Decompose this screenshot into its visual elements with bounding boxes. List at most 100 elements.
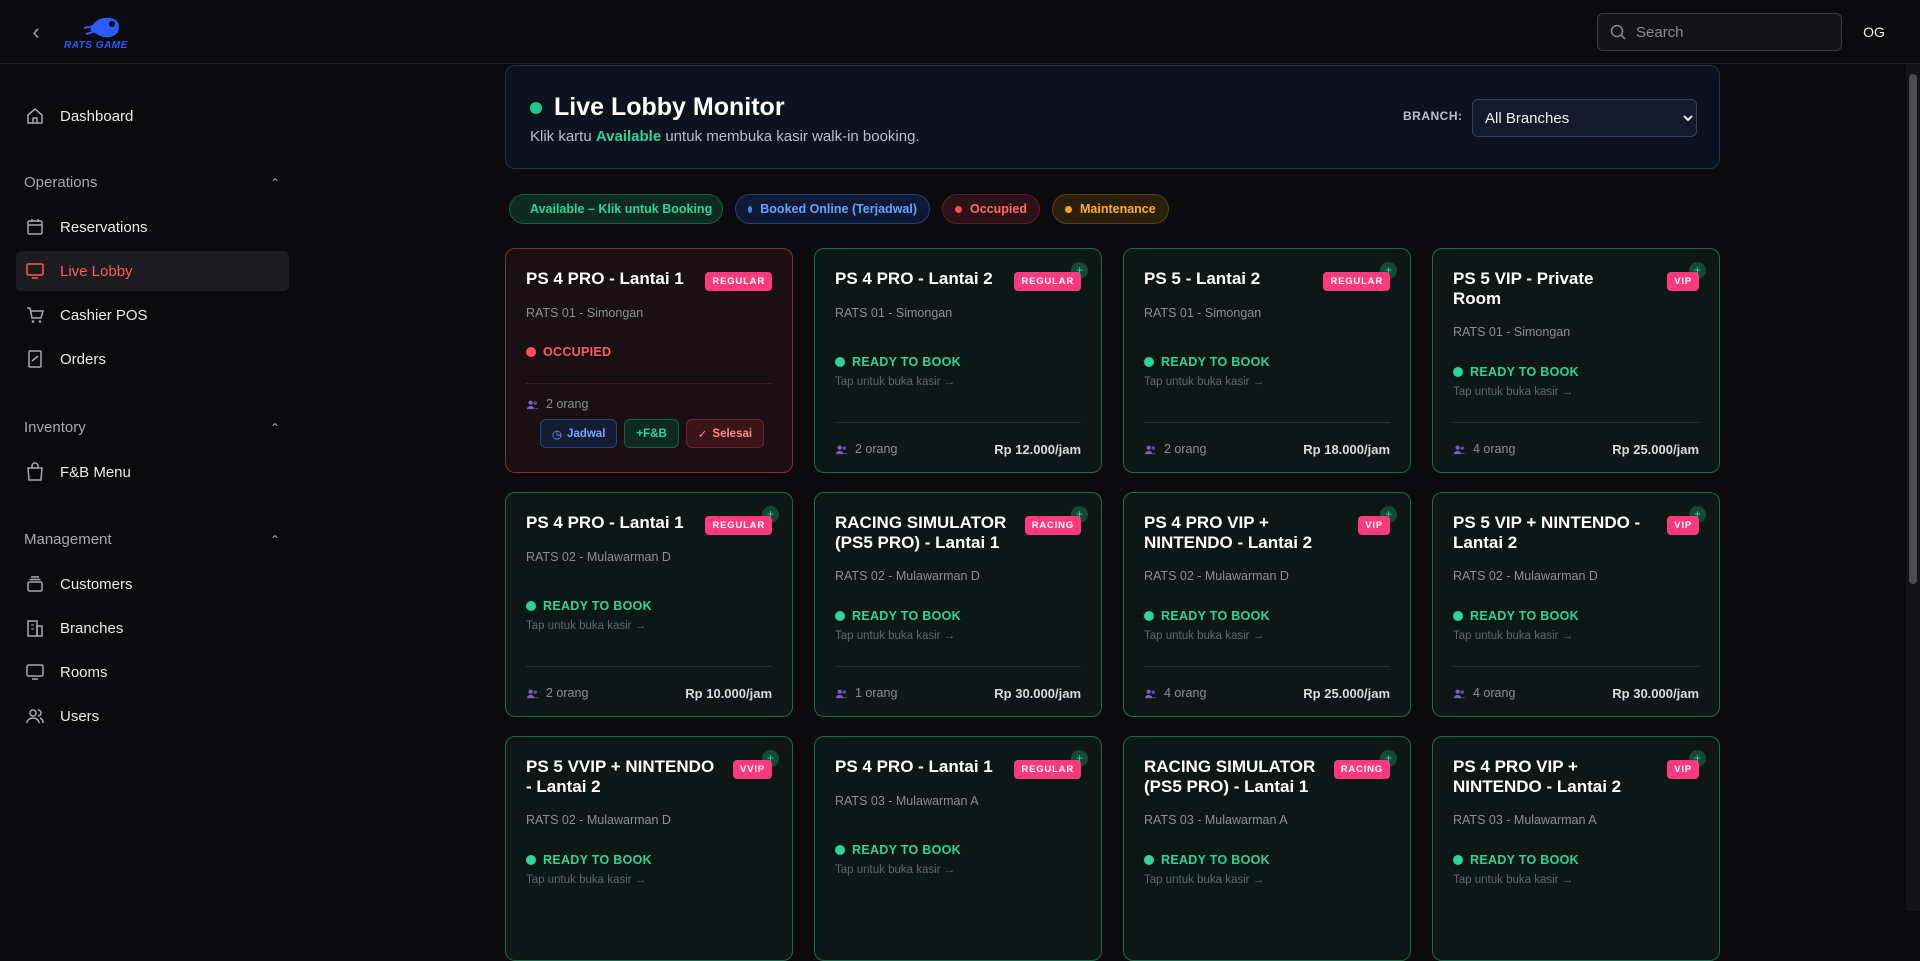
- users-icon: [526, 400, 539, 409]
- status-label: READY TO BOOK: [1161, 853, 1271, 867]
- building-icon: [24, 617, 46, 639]
- room-card[interactable]: + PS 5 - Lantai 2 REGULAR RATS 01 - Simonga…: [1123, 248, 1411, 473]
- room-status: READY TO BOOK: [835, 843, 961, 857]
- sidebar-item-users[interactable]: Users: [16, 696, 289, 736]
- room-price: Rp 10.000/jam: [685, 686, 772, 701]
- receipt-icon: [24, 348, 46, 370]
- room-card[interactable]: + PS 5 VIP + NINTENDO - Lantai 2 VIP RATS 0…: [1432, 492, 1720, 717]
- card-divider: [835, 422, 1081, 423]
- room-type-badge: REGULAR: [705, 272, 772, 291]
- room-card[interactable]: + RACING SIMULATOR (PS5 PRO) - Lantai 1 RA…: [814, 492, 1102, 717]
- room-card[interactable]: + RACING SIMULATOR (PS5 PRO) - Lantai 1 RA…: [1123, 736, 1411, 961]
- room-status: READY TO BOOK: [835, 355, 961, 369]
- button-label: +F&B: [636, 427, 667, 440]
- search-input[interactable]: [1636, 23, 1826, 41]
- capacity-label: 4 orang: [1473, 686, 1516, 700]
- tap-hint: Tap untuk buka kasir →: [526, 874, 647, 886]
- room-branch: RATS 01 - Simongan: [835, 306, 953, 320]
- room-card[interactable]: PS 4 PRO - Lantai 1 REGULAR RATS 01 - Simo…: [505, 248, 793, 473]
- section-inventory[interactable]: Inventory ⌃: [24, 419, 280, 436]
- capacity-label: 4 orang: [1164, 686, 1207, 700]
- search-box[interactable]: [1597, 13, 1842, 51]
- sidebar-item-live-lobby[interactable]: Live Lobby: [16, 251, 289, 291]
- sidebar-item-label: Cashier POS: [60, 306, 148, 324]
- room-branch: RATS 03 - Mulawarman A: [835, 794, 979, 808]
- button-label: Selesai: [712, 427, 753, 440]
- status-dot: [748, 205, 753, 213]
- status-label: READY TO BOOK: [1470, 609, 1580, 623]
- section-label: Inventory: [24, 419, 86, 436]
- section-operations[interactable]: Operations ⌃: [24, 174, 280, 191]
- room-card[interactable]: + PS 4 PRO - Lantai 1 REGULAR RATS 03 - Mul…: [814, 736, 1102, 961]
- status-dot: [955, 205, 962, 213]
- back-arrow-icon[interactable]: ‹: [22, 18, 50, 46]
- room-title: RACING SIMULATOR (PS5 PRO) - Lantai 1: [835, 513, 1007, 552]
- room-branch: RATS 02 - Mulawarman D: [835, 569, 980, 583]
- subtitle-highlight: Available: [595, 128, 662, 145]
- jadwal-button[interactable]: ◷ Jadwal: [540, 419, 618, 448]
- add-fnb-button[interactable]: +F&B: [624, 419, 679, 448]
- users-icon: [1144, 689, 1157, 698]
- room-card[interactable]: + PS 4 PRO VIP + NINTENDO - Lantai 2 VIP RA…: [1123, 492, 1411, 717]
- section-management[interactable]: Management ⌃: [24, 531, 280, 548]
- clock-icon: ◷: [552, 428, 563, 441]
- room-title: PS 5 VIP + NINTENDO - Lantai 2: [1453, 513, 1641, 552]
- status-label: OCCUPIED: [543, 345, 612, 359]
- chevron-up-icon: ⌃: [269, 532, 280, 547]
- room-type-badge: REGULAR: [1014, 272, 1081, 291]
- sidebar-item-orders[interactable]: Orders: [16, 339, 289, 379]
- capacity-label: 2 orang: [1164, 442, 1207, 456]
- sidebar-item-label: Dashboard: [60, 107, 134, 125]
- scrollbar-thumb[interactable]: [1909, 74, 1917, 584]
- room-type-badge: VIP: [1667, 760, 1699, 779]
- room-card[interactable]: + PS 4 PRO - Lantai 1 REGULAR RATS 02 - Mul…: [505, 492, 793, 717]
- status-label: READY TO BOOK: [1161, 609, 1271, 623]
- status-label: READY TO BOOK: [543, 599, 653, 613]
- room-title: PS 4 PRO - Lantai 1: [526, 269, 684, 288]
- room-capacity: 2 orang: [526, 397, 588, 411]
- sidebar-item-dashboard[interactable]: Dashboard: [16, 96, 289, 136]
- status-dot: [1065, 205, 1072, 213]
- tap-hint: Tap untuk buka kasir →: [1453, 874, 1574, 886]
- selesai-button[interactable]: ✓ Selesai: [685, 419, 765, 448]
- branch-select[interactable]: All Branches: [1472, 99, 1697, 137]
- status-label: READY TO BOOK: [1470, 365, 1580, 379]
- status-dot: [1144, 855, 1154, 865]
- room-type-badge: RACING: [1024, 516, 1081, 535]
- sidebar-item-reservations[interactable]: Reservations: [16, 207, 289, 247]
- sidebar-item-fnb-menu[interactable]: F&B Menu: [16, 452, 289, 492]
- card-divider: [1144, 666, 1390, 667]
- sidebar-item-label: Branches: [60, 619, 124, 637]
- status-label: READY TO BOOK: [543, 853, 653, 867]
- user-avatar[interactable]: OG: [1858, 16, 1890, 48]
- room-branch: RATS 02 - Mulawarman D: [526, 550, 671, 564]
- room-status: READY TO BOOK: [1453, 365, 1579, 379]
- room-branch: RATS 03 - Mulawarman A: [1144, 813, 1288, 827]
- sidebar-item-rooms[interactable]: Rooms: [16, 652, 289, 692]
- room-title: PS 4 PRO - Lantai 2: [835, 269, 993, 288]
- status-dot: [526, 347, 536, 357]
- sidebar-item-label: Orders: [60, 350, 106, 368]
- sidebar-item-customers[interactable]: Customers: [16, 564, 289, 604]
- room-card[interactable]: + PS 5 VIP - Private Room VIP RATS 01 - Sim…: [1432, 248, 1720, 473]
- sidebar-item-cashier-pos[interactable]: Cashier POS: [16, 295, 289, 335]
- room-card[interactable]: + PS 5 VVIP + NINTENDO - Lantai 2 VVIP RATS…: [505, 736, 793, 961]
- sidebar-item-label: Live Lobby: [60, 262, 133, 280]
- room-price: Rp 30.000/jam: [1612, 686, 1699, 701]
- page-subtitle: Klik kartu Available untuk membuka kasir…: [530, 128, 920, 145]
- stack-icon: [24, 573, 46, 595]
- rats-game-logo[interactable]: RATS GAME: [62, 10, 142, 54]
- capacity-label: 2 orang: [855, 442, 898, 456]
- room-card[interactable]: + PS 4 PRO VIP + NINTENDO - Lantai 2 VIP RA…: [1432, 736, 1720, 961]
- status-dot: [1453, 855, 1463, 865]
- room-card[interactable]: + PS 4 PRO - Lantai 2 REGULAR RATS 01 - Sim…: [814, 248, 1102, 473]
- button-label: Jadwal: [567, 427, 606, 440]
- page-scrollbar[interactable]: [1906, 64, 1920, 911]
- room-type-badge: REGULAR: [705, 516, 772, 535]
- status-dot: [835, 845, 845, 855]
- status-label: READY TO BOOK: [852, 355, 962, 369]
- users-icon: [1144, 445, 1157, 454]
- room-capacity: 4 orang: [1453, 686, 1515, 700]
- sidebar-item-branches[interactable]: Branches: [16, 608, 289, 648]
- chevron-up-icon: ⌃: [269, 175, 280, 190]
